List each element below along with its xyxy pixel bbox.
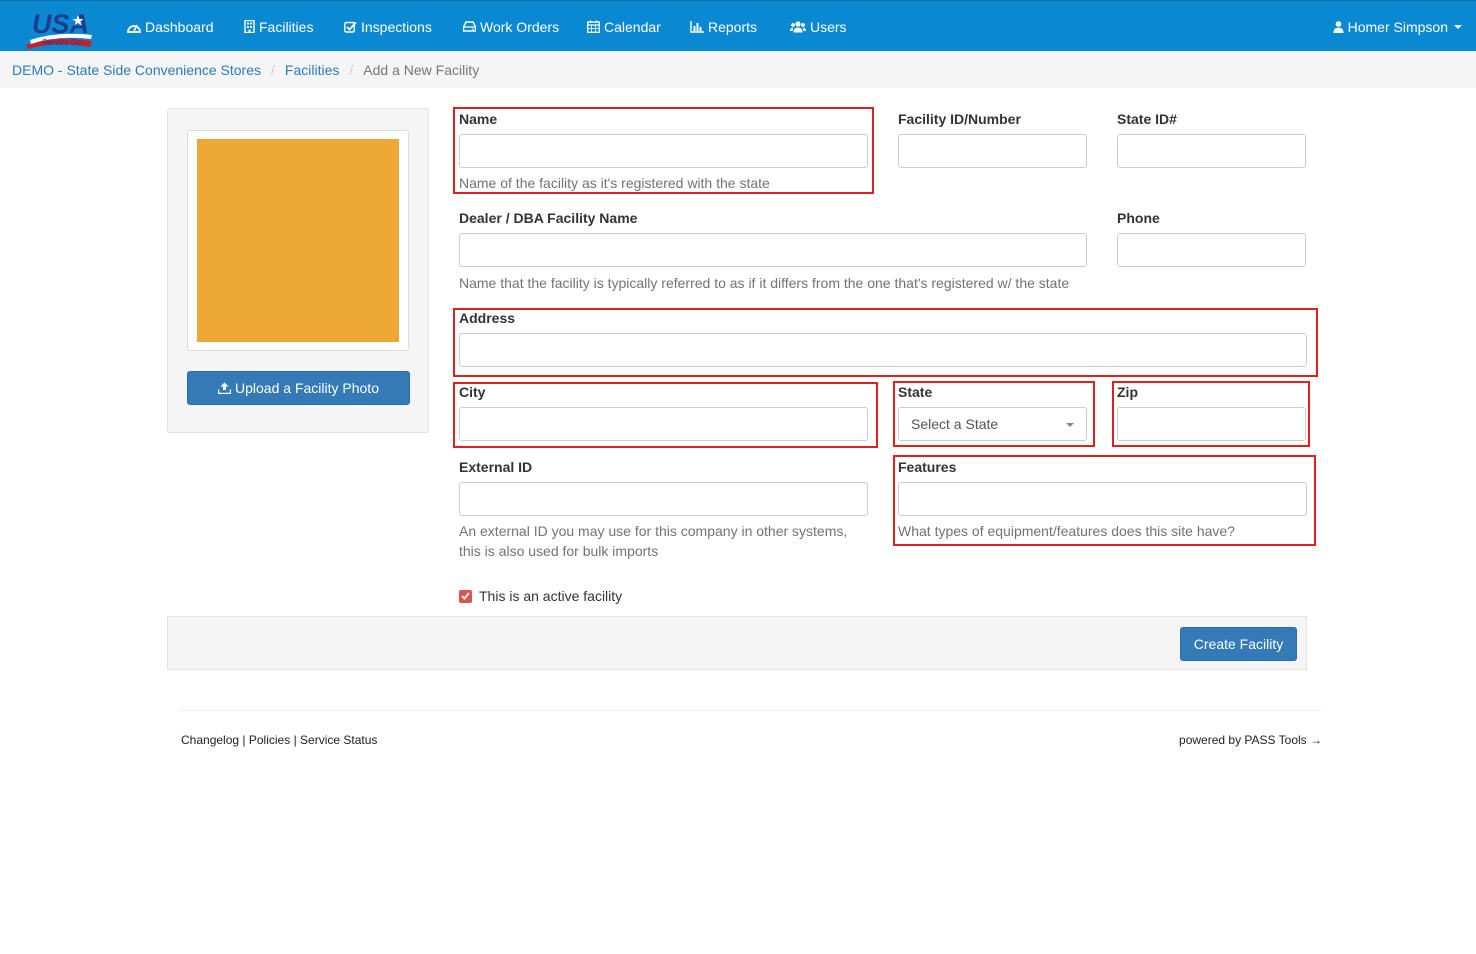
- logo-subtext: Service Co.: [42, 38, 83, 47]
- external-id-help: An external ID you may use for this comp…: [459, 521, 847, 561]
- dba-input[interactable]: [459, 233, 1087, 267]
- footer-separator: |: [242, 733, 246, 747]
- state-id-label: State ID#: [1117, 111, 1177, 127]
- checkmark-icon: [461, 592, 470, 600]
- bar-chart-icon: [690, 20, 704, 33]
- footer-policies-link[interactable]: Policies: [249, 733, 290, 747]
- highlight-zip-field: [1112, 381, 1310, 447]
- external-id-help-line2: this is also used for bulk imports: [459, 543, 659, 559]
- form-actions: Create Facility: [167, 616, 1307, 670]
- upload-photo-button[interactable]: Upload a Facility Photo: [187, 371, 410, 405]
- breadcrumb-separator: /: [271, 61, 275, 78]
- nav-calendar-label: Calendar: [604, 18, 661, 35]
- company-logo[interactable]: USA Service Co.: [24, 7, 94, 49]
- nav-work-orders-label: Work Orders: [480, 18, 560, 35]
- check-square-icon: [344, 21, 357, 33]
- powered-by-link[interactable]: powered by PASS Tools →: [1179, 733, 1322, 747]
- dba-help: Name that the facility is typically refe…: [459, 275, 1070, 291]
- footer-separator: |: [293, 733, 297, 747]
- footer-service-status-link[interactable]: Service Status: [300, 733, 377, 747]
- facility-photo-thumbnail: [187, 130, 409, 351]
- external-id-label: External ID: [459, 459, 533, 475]
- users-icon: [790, 20, 806, 32]
- calendar-icon: [587, 20, 600, 33]
- create-facility-button[interactable]: Create Facility: [1180, 627, 1297, 661]
- phone-label: Phone: [1117, 210, 1160, 226]
- upload-icon: [218, 382, 232, 394]
- nav-facilities[interactable]: Facilities: [244, 1, 313, 52]
- facility-id-label: Facility ID/Number: [898, 111, 1021, 127]
- user-icon: [1333, 20, 1344, 33]
- dashboard-icon: [127, 24, 141, 33]
- breadcrumb-facilities[interactable]: Facilities: [285, 62, 339, 78]
- highlight-address-field: [453, 308, 1318, 377]
- nav-calendar[interactable]: Calendar: [587, 1, 661, 52]
- top-navbar: USA Service Co. Dashboard Facilities Ins…: [0, 0, 1476, 51]
- active-facility-label: This is an active facility: [479, 588, 623, 604]
- user-menu[interactable]: Homer Simpson: [1333, 1, 1462, 52]
- nav-inspections[interactable]: Inspections: [344, 1, 432, 52]
- state-id-input[interactable]: [1117, 134, 1306, 168]
- upload-photo-label: Upload a Facility Photo: [235, 380, 379, 396]
- footer-links: Changelog | Policies | Service Status: [181, 733, 377, 747]
- nav-work-orders[interactable]: Work Orders: [463, 1, 559, 52]
- nav-reports-label: Reports: [708, 18, 758, 35]
- nav-dashboard[interactable]: Dashboard: [127, 1, 214, 52]
- chevron-down-icon: [1454, 24, 1462, 29]
- nav-dashboard-label: Dashboard: [145, 18, 214, 35]
- breadcrumb-org[interactable]: DEMO - State Side Convenience Stores: [12, 62, 261, 78]
- highlight-city-field: [453, 382, 878, 448]
- user-name: Homer Simpson: [1347, 18, 1448, 35]
- external-id-help-line1: An external ID you may use for this comp…: [459, 523, 848, 539]
- nav-users[interactable]: Users: [790, 1, 847, 52]
- highlight-name-field: [453, 107, 874, 194]
- facility-photo-placeholder: [197, 139, 399, 342]
- photo-panel: Upload a Facility Photo: [167, 108, 429, 433]
- highlight-state-field: [893, 381, 1095, 447]
- highlight-features-field: [893, 455, 1316, 546]
- hdd-icon: [463, 21, 476, 32]
- breadcrumb-current: Add a New Facility: [363, 61, 480, 78]
- nav-users-label: Users: [810, 18, 847, 35]
- facility-id-input[interactable]: [898, 134, 1087, 168]
- building-icon: [244, 20, 255, 33]
- nav-reports[interactable]: Reports: [690, 1, 757, 52]
- nav-facilities-label: Facilities: [259, 18, 314, 35]
- external-id-input[interactable]: [459, 482, 868, 516]
- footer-changelog-link[interactable]: Changelog: [181, 733, 239, 747]
- footer-divider: [181, 710, 1322, 711]
- nav-inspections-label: Inspections: [361, 18, 432, 35]
- active-facility-row: This is an active facility: [459, 588, 622, 604]
- active-facility-checkbox[interactable]: [459, 589, 472, 603]
- breadcrumb-separator: /: [349, 61, 354, 78]
- dba-label: Dealer / DBA Facility Name: [459, 210, 638, 226]
- breadcrumb: DEMO - State Side Convenience Stores / F…: [0, 51, 1476, 88]
- phone-input[interactable]: [1117, 233, 1306, 267]
